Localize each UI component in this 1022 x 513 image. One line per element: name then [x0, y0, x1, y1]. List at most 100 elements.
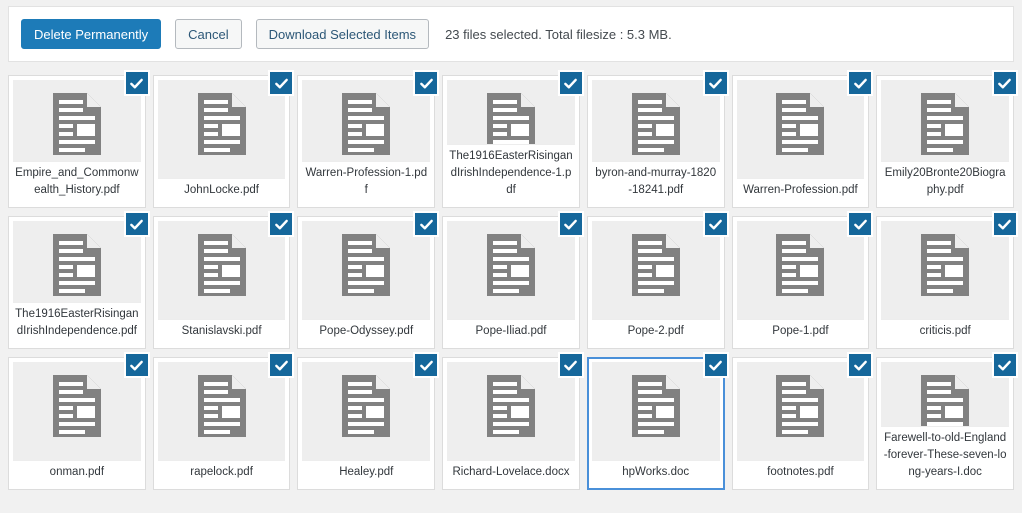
file-tile[interactable]: Healey.pdf: [297, 352, 440, 490]
file-name-label: Pope-2.pdf: [591, 319, 720, 344]
document-icon: [196, 373, 248, 439]
file-thumbnail-area: Farewell-to-old-England-forever-These-se…: [881, 362, 1009, 485]
file-name-label: onman.pdf: [13, 460, 141, 485]
selection-status-text: 23 files selected. Total filesize : 5.3 …: [445, 26, 672, 42]
document-icon: [774, 91, 826, 157]
check-icon[interactable]: [413, 211, 440, 237]
file-grid: Empire_and_Commonwealth_History.pdf JohnL…: [8, 70, 1018, 490]
document-icon: [340, 232, 392, 298]
cancel-button[interactable]: Cancel: [175, 19, 242, 49]
file-name-label: Warren-Profession-1.pdf: [302, 161, 431, 203]
file-tile[interactable]: hpWorks.doc: [586, 352, 729, 490]
file-name-label: criticis.pdf: [881, 319, 1009, 344]
download-selected-items-button[interactable]: Download Selected Items: [255, 19, 430, 49]
check-icon[interactable]: [847, 211, 874, 237]
file-tile[interactable]: Empire_and_Commonwealth_History.pdf: [8, 70, 150, 208]
file-thumbnail-area: byron-and-murray-1820-18241.pdf: [591, 80, 720, 203]
file-name-label: Richard-Lovelace.docx: [447, 460, 575, 485]
file-name-label: JohnLocke.pdf: [157, 178, 286, 203]
check-icon[interactable]: [702, 211, 729, 237]
file-tile[interactable]: Pope-Iliad.pdf: [442, 211, 584, 349]
check-icon[interactable]: [557, 211, 584, 237]
file-name-label: The1916EasterRisingandIrishIndependence.…: [13, 302, 141, 344]
file-tile[interactable]: Warren-Profession-1.pdf: [297, 70, 440, 208]
check-icon[interactable]: [991, 211, 1018, 237]
check-icon[interactable]: [991, 70, 1018, 96]
check-icon[interactable]: [413, 352, 440, 378]
check-icon[interactable]: [702, 352, 729, 378]
document-icon: [51, 232, 103, 298]
check-icon[interactable]: [702, 70, 729, 96]
file-tile[interactable]: Emily20Bronte20Biography.pdf: [876, 70, 1018, 208]
document-icon: [485, 373, 537, 439]
file-name-label: Farewell-to-old-England-forever-These-se…: [881, 426, 1009, 485]
check-icon[interactable]: [268, 211, 295, 237]
file-tile[interactable]: byron-and-murray-1820-18241.pdf: [586, 70, 729, 208]
file-tile[interactable]: Pope-Odyssey.pdf: [297, 211, 440, 349]
file-name-label: Warren-Profession.pdf: [736, 178, 865, 203]
file-thumbnail-area: Warren-Profession.pdf: [736, 80, 865, 203]
file-thumbnail-area: Pope-Odyssey.pdf: [302, 221, 431, 344]
check-icon[interactable]: [557, 352, 584, 378]
file-name-label: Healey.pdf: [302, 460, 431, 485]
file-name-label: Stanislavski.pdf: [157, 319, 286, 344]
document-icon: [774, 232, 826, 298]
file-tile[interactable]: criticis.pdf: [876, 211, 1018, 349]
file-thumbnail-area: onman.pdf: [13, 362, 141, 485]
check-icon[interactable]: [847, 352, 874, 378]
file-name-label: Pope-Iliad.pdf: [447, 319, 575, 344]
check-icon[interactable]: [413, 70, 440, 96]
file-tile[interactable]: JohnLocke.pdf: [152, 70, 295, 208]
document-icon: [51, 91, 103, 157]
file-name-label: Pope-1.pdf: [736, 319, 865, 344]
file-thumbnail-area: Emily20Bronte20Biography.pdf: [881, 80, 1009, 203]
document-icon: [340, 373, 392, 439]
file-name-label: byron-and-murray-1820-18241.pdf: [591, 161, 720, 203]
document-icon: [630, 91, 682, 157]
file-tile[interactable]: footnotes.pdf: [731, 352, 874, 490]
file-tile[interactable]: Farewell-to-old-England-forever-These-se…: [876, 352, 1018, 490]
check-icon[interactable]: [847, 70, 874, 96]
file-thumbnail-area: Richard-Lovelace.docx: [447, 362, 575, 485]
file-name-label: The1916EasterRisingandIrishIndependence-…: [447, 144, 575, 203]
check-icon[interactable]: [557, 70, 584, 96]
file-thumbnail-area: JohnLocke.pdf: [157, 80, 286, 203]
document-icon: [630, 373, 682, 439]
check-icon[interactable]: [268, 352, 295, 378]
file-tile[interactable]: Richard-Lovelace.docx: [442, 352, 584, 490]
document-icon: [196, 91, 248, 157]
file-tile[interactable]: rapelock.pdf: [152, 352, 295, 490]
check-icon[interactable]: [123, 70, 150, 96]
file-thumbnail-area: Pope-Iliad.pdf: [447, 221, 575, 344]
file-tile[interactable]: onman.pdf: [8, 352, 150, 490]
file-thumbnail-area: The1916EasterRisingandIrishIndependence-…: [447, 80, 575, 203]
file-tile[interactable]: Pope-1.pdf: [731, 211, 874, 349]
file-thumbnail-area: criticis.pdf: [881, 221, 1009, 344]
delete-permanently-button[interactable]: Delete Permanently: [21, 19, 162, 49]
bulk-actions-toolbar: Delete Permanently Cancel Download Selec…: [8, 6, 1014, 62]
document-icon: [196, 232, 248, 298]
document-icon: [630, 232, 682, 298]
file-thumbnail-area: Healey.pdf: [302, 362, 431, 485]
file-thumbnail-area: rapelock.pdf: [157, 362, 286, 485]
file-name-label: Pope-Odyssey.pdf: [302, 319, 431, 344]
file-thumbnail-area: Stanislavski.pdf: [157, 221, 286, 344]
check-icon[interactable]: [123, 352, 150, 378]
file-name-label: Empire_and_Commonwealth_History.pdf: [13, 161, 141, 203]
file-tile[interactable]: Stanislavski.pdf: [152, 211, 295, 349]
document-icon: [919, 91, 971, 157]
document-icon: [51, 373, 103, 439]
file-tile[interactable]: The1916EasterRisingandIrishIndependence-…: [442, 70, 584, 208]
file-thumbnail-area: Pope-1.pdf: [736, 221, 865, 344]
file-thumbnail-area: Warren-Profession-1.pdf: [302, 80, 431, 203]
file-thumbnail-area: footnotes.pdf: [736, 362, 865, 485]
file-name-label: footnotes.pdf: [736, 460, 865, 485]
check-icon[interactable]: [268, 70, 295, 96]
file-thumbnail-area: The1916EasterRisingandIrishIndependence.…: [13, 221, 141, 344]
check-icon[interactable]: [123, 211, 150, 237]
file-thumbnail-area: Pope-2.pdf: [591, 221, 720, 344]
file-tile[interactable]: The1916EasterRisingandIrishIndependence.…: [8, 211, 150, 349]
check-icon[interactable]: [991, 352, 1018, 378]
file-tile[interactable]: Warren-Profession.pdf: [731, 70, 874, 208]
file-tile[interactable]: Pope-2.pdf: [586, 211, 729, 349]
